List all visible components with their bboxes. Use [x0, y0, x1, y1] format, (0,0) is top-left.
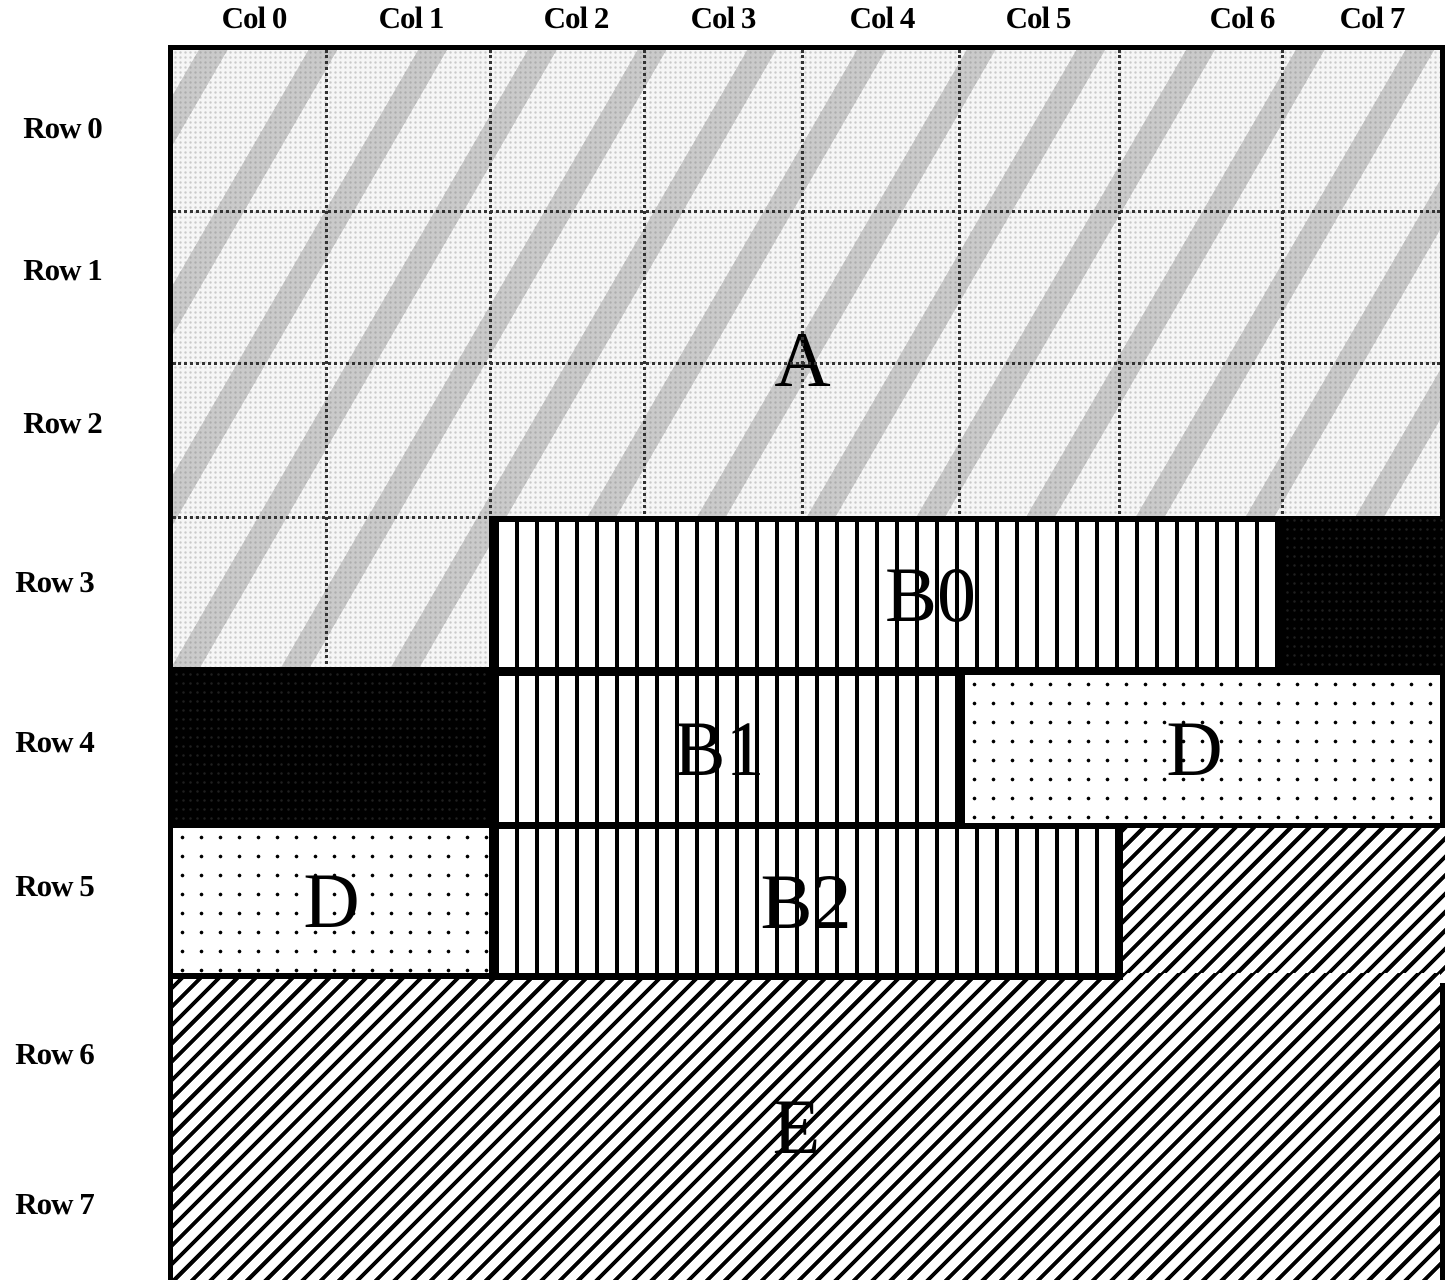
region-e: E — [173, 973, 1440, 1280]
column-label-0: Col 0 — [221, 0, 288, 35]
column-label-4: Col 4 — [849, 0, 916, 35]
region-d-right: D — [960, 670, 1445, 828]
region-b0-label: B0 — [884, 551, 977, 638]
region-d-right-label: D — [1166, 705, 1223, 792]
region-b1-label: B1 — [673, 705, 765, 792]
grid-line-v — [1281, 50, 1284, 520]
grid-line-v — [325, 50, 328, 670]
row-label-2: Row 2 — [23, 405, 103, 440]
divider-row5-row6 — [173, 973, 1123, 979]
region-b1: B1 — [489, 670, 965, 828]
row-label-1: Row 1 — [23, 252, 103, 287]
row-label-0: Row 0 — [23, 110, 103, 145]
region-b0: B0 — [489, 516, 1282, 674]
divider-row3-row4 — [173, 667, 1445, 672]
grid-line-v — [958, 50, 961, 520]
column-label-5: Col 5 — [1005, 0, 1072, 35]
partition-grid: A B0 B1 D D E B2 — [168, 45, 1445, 1280]
region-c-left — [173, 670, 495, 828]
column-label-1: Col 1 — [378, 0, 445, 35]
row-label-4: Row 4 — [15, 724, 95, 759]
column-label-6: Col 6 — [1209, 0, 1276, 35]
row-label-3: Row 3 — [15, 564, 95, 599]
region-b2: B2 — [489, 823, 1123, 980]
row-label-6: Row 6 — [15, 1036, 95, 1071]
grid-line-v — [643, 50, 646, 520]
row-label-7: Row 7 — [15, 1186, 95, 1221]
grid-line-h — [173, 362, 1440, 365]
region-e-upper — [1118, 823, 1445, 983]
region-d-left: D — [168, 823, 495, 978]
column-label-7: Col 7 — [1339, 0, 1406, 35]
region-e-border — [1118, 823, 1445, 828]
grid-line-v — [801, 50, 804, 520]
grid-line-h — [173, 210, 1440, 213]
region-d-left-label: D — [303, 856, 360, 944]
column-label-2: Col 2 — [543, 0, 610, 35]
column-label-3: Col 3 — [690, 0, 757, 35]
grid-line-v — [1118, 50, 1121, 520]
region-e-label: E — [772, 1082, 821, 1170]
row-label-5: Row 5 — [15, 868, 95, 903]
region-b2-label: B2 — [760, 857, 852, 945]
grid-line-h — [173, 516, 493, 519]
